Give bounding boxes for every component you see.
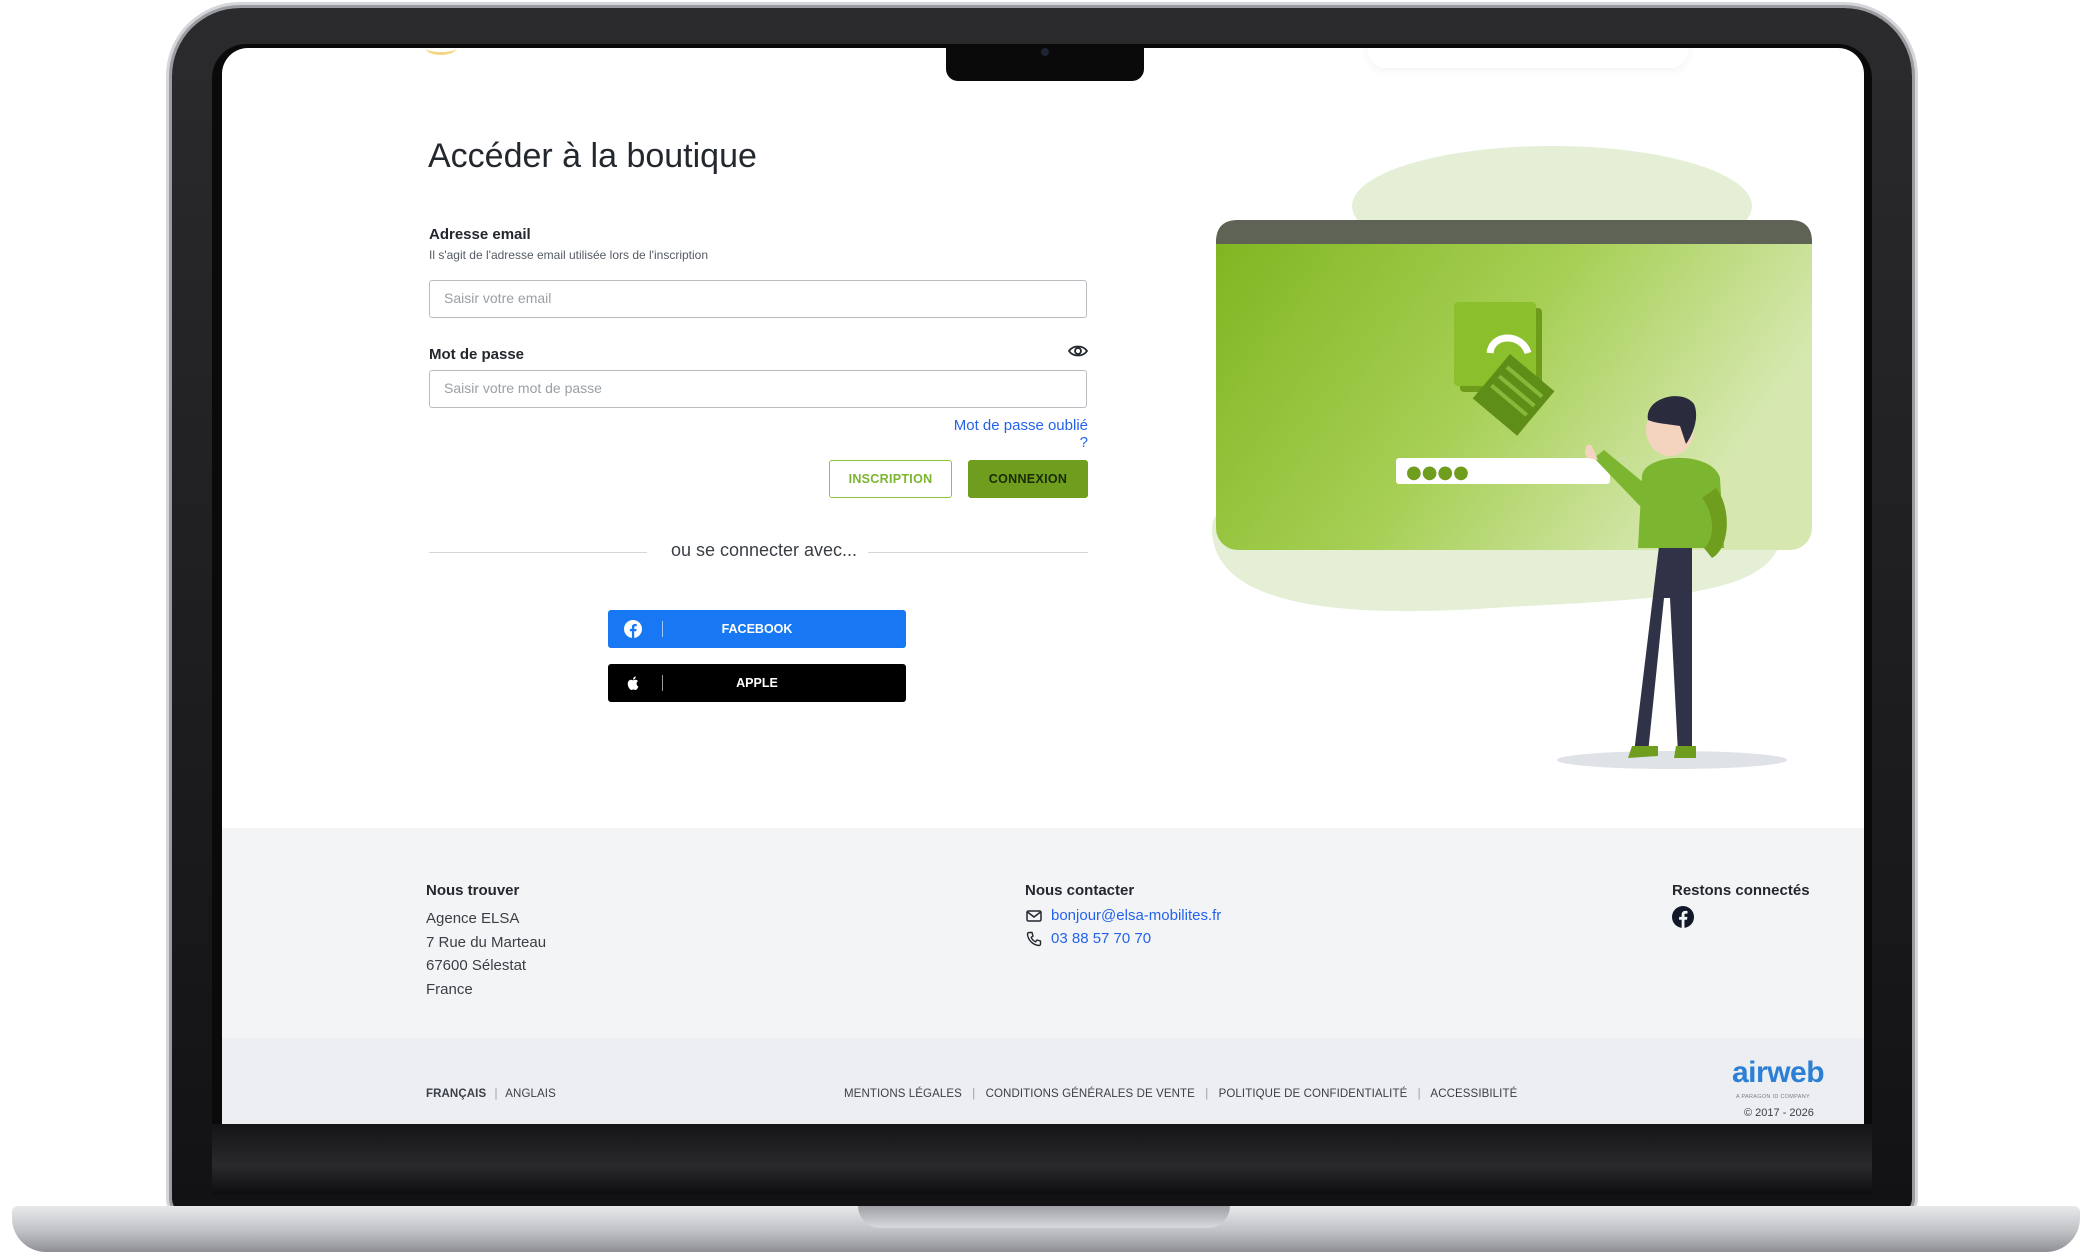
footer-find-us-title: Nous trouver — [426, 882, 520, 899]
password-placeholder: Saisir votre mot de passe — [444, 380, 602, 396]
address-line: Agence ELSA — [426, 910, 520, 927]
screen-chin — [212, 1124, 1872, 1194]
password-input[interactable]: Saisir votre mot de passe — [429, 370, 1087, 408]
language-french[interactable]: FRANÇAIS — [426, 1088, 486, 1100]
email-label: Adresse email — [429, 226, 531, 243]
browser-screen: Accéder à la boutique Adresse email Il s… — [222, 48, 1864, 1124]
address-line: 67600 Sélestat — [426, 957, 527, 974]
facebook-button-label: FACEBOOK — [721, 622, 793, 636]
legal-links: MENTIONS LÉGALES | CONDITIONS GÉNÉRALES … — [844, 1088, 1517, 1100]
airweb-tagline: A PARAGON ID COMPANY — [1736, 1094, 1810, 1100]
apple-button-label: APPLE — [736, 676, 778, 690]
apple-login-button[interactable]: APPLE — [608, 664, 906, 702]
mail-icon — [1026, 910, 1042, 922]
security-illustration: ●●●● — [1212, 146, 1812, 769]
footer-address: Agence ELSA 7 Rue du Marteau 67600 Séles… — [426, 907, 546, 1001]
legal-mentions-link[interactable]: MENTIONS LÉGALES — [844, 1088, 962, 1100]
footer-contact-title: Nous contacter — [1025, 882, 1135, 899]
divider-right — [868, 552, 1088, 553]
header-pill-fragment — [1368, 48, 1688, 68]
language-separator: | — [494, 1088, 498, 1100]
eye-icon[interactable] — [1068, 344, 1088, 358]
facebook-login-button[interactable]: FACEBOOK — [608, 610, 906, 648]
address-line: 7 Rue du Marteau — [426, 933, 547, 951]
accessibility-link[interactable]: ACCESSIBILITÉ — [1430, 1088, 1517, 1100]
illustration-password-mask: ●●●● — [1406, 462, 1469, 483]
email-hint: Il s'agit de l'adresse email utilisée lo… — [429, 248, 708, 262]
language-english[interactable]: ANGLAIS — [505, 1088, 556, 1100]
page-title: Accéder à la boutique — [428, 137, 757, 175]
laptop-mockup: Accéder à la boutique Adresse email Il s… — [0, 0, 2085, 1259]
footer-email-link[interactable]: bonjour@elsa-mobilites.fr — [1051, 907, 1221, 924]
privacy-policy-link[interactable]: POLITIQUE DE CONFIDENTIALITÉ — [1219, 1088, 1408, 1100]
footer-phone-link[interactable]: 03 88 57 70 70 — [1051, 930, 1151, 947]
facebook-icon[interactable] — [1672, 906, 1694, 928]
header-logo-fragment — [426, 48, 456, 55]
divider-text: ou se connecter avec... — [670, 540, 858, 560]
footer-bottom-bar — [222, 1038, 1864, 1124]
forgot-password-link[interactable]: Mot de passe oublié ? — [942, 417, 1088, 451]
copyright: © 2017 - 2026 — [1744, 1107, 1814, 1119]
legal-separator: | — [972, 1088, 976, 1100]
signup-button[interactable]: INSCRIPTION — [829, 460, 952, 498]
camera-icon — [1041, 48, 1049, 56]
email-input[interactable]: Saisir votre email — [429, 280, 1087, 318]
address-line: France — [426, 980, 473, 998]
legal-separator: | — [1417, 1088, 1421, 1100]
legal-separator: | — [1205, 1088, 1209, 1100]
terms-of-sale-link[interactable]: CONDITIONS GÉNÉRALES DE VENTE — [986, 1088, 1195, 1100]
login-button[interactable]: CONNEXION — [968, 460, 1088, 498]
divider-left — [429, 552, 647, 553]
footer-social-title: Restons connectés — [1672, 882, 1810, 899]
password-label: Mot de passe — [429, 346, 525, 363]
language-switcher: FRANÇAIS | ANGLAIS — [426, 1088, 556, 1100]
phone-icon — [1026, 931, 1042, 947]
airweb-logo[interactable]: airweb — [1732, 1056, 1825, 1090]
email-placeholder: Saisir votre email — [444, 290, 552, 306]
laptop-opening-notch — [858, 1206, 1230, 1228]
